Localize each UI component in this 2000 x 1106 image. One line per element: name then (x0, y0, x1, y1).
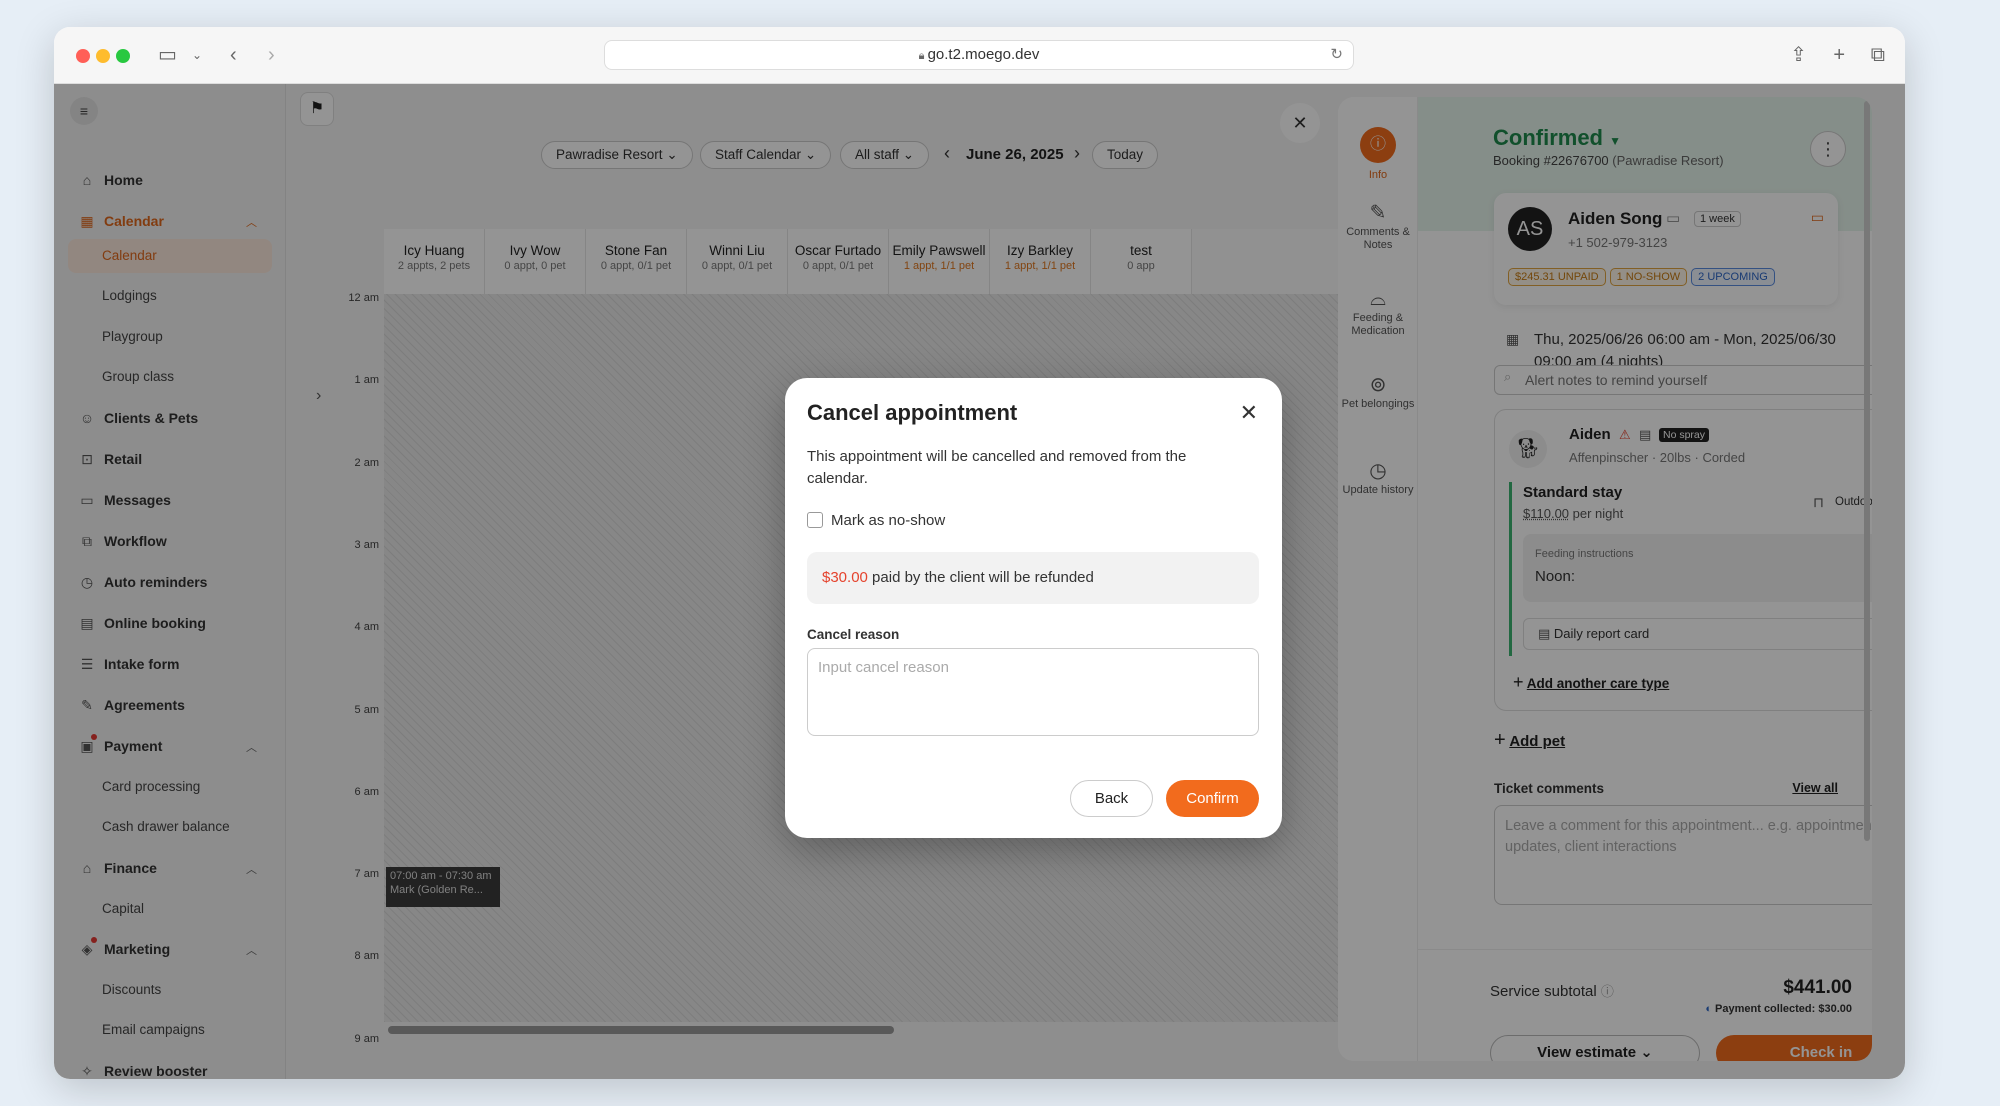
dialog-message: This appointment will be cancelled and r… (807, 448, 1187, 487)
address-bar[interactable]: 🔒︎ go.t2.moego.dev ↻ (604, 40, 1354, 70)
cancel-reason-input[interactable] (807, 648, 1259, 736)
share-icon[interactable]: ⇪ (1790, 43, 1807, 67)
no-show-checkbox-row[interactable]: Mark as no-show (807, 511, 945, 531)
reload-icon[interactable]: ↻ (1330, 41, 1343, 69)
close-window-button[interactable] (76, 49, 90, 63)
back-nav-icon[interactable]: ‹ (230, 43, 237, 67)
tabs-overview-icon[interactable]: ⧉ (1871, 43, 1885, 67)
chevron-down-icon[interactable]: ⌄ (192, 43, 202, 67)
new-tab-icon[interactable]: + (1833, 43, 1845, 67)
close-icon[interactable]: ✕ (1240, 400, 1258, 426)
url-text: go.t2.moego.dev (927, 46, 1040, 63)
sidebar-toggle-icon[interactable]: ▭ (158, 43, 177, 67)
lock-icon: 🔒︎ (918, 50, 928, 62)
confirm-button[interactable]: Confirm (1166, 780, 1259, 817)
refund-notice: $30.00 paid by the client will be refund… (807, 552, 1259, 604)
dialog-title: Cancel appointment (807, 400, 1018, 425)
browser-window: ▭ ⌄ ‹ › 🔒︎ go.t2.moego.dev ↻ ⇪ + ⧉ ≡ ⌂ Ho… (54, 27, 1905, 1079)
browser-titlebar: ▭ ⌄ ‹ › 🔒︎ go.t2.moego.dev ↻ ⇪ + ⧉ (54, 27, 1905, 84)
cancel-appointment-dialog: Cancel appointment ✕ This appointment wi… (785, 378, 1282, 838)
no-show-checkbox[interactable] (807, 512, 823, 528)
forward-nav-icon[interactable]: › (268, 43, 275, 67)
refund-amount: $30.00 (822, 569, 868, 586)
minimize-window-button[interactable] (96, 49, 110, 63)
maximize-window-button[interactable] (116, 49, 130, 63)
back-button[interactable]: Back (1070, 780, 1153, 817)
cancel-reason-label: Cancel reason (807, 627, 900, 642)
